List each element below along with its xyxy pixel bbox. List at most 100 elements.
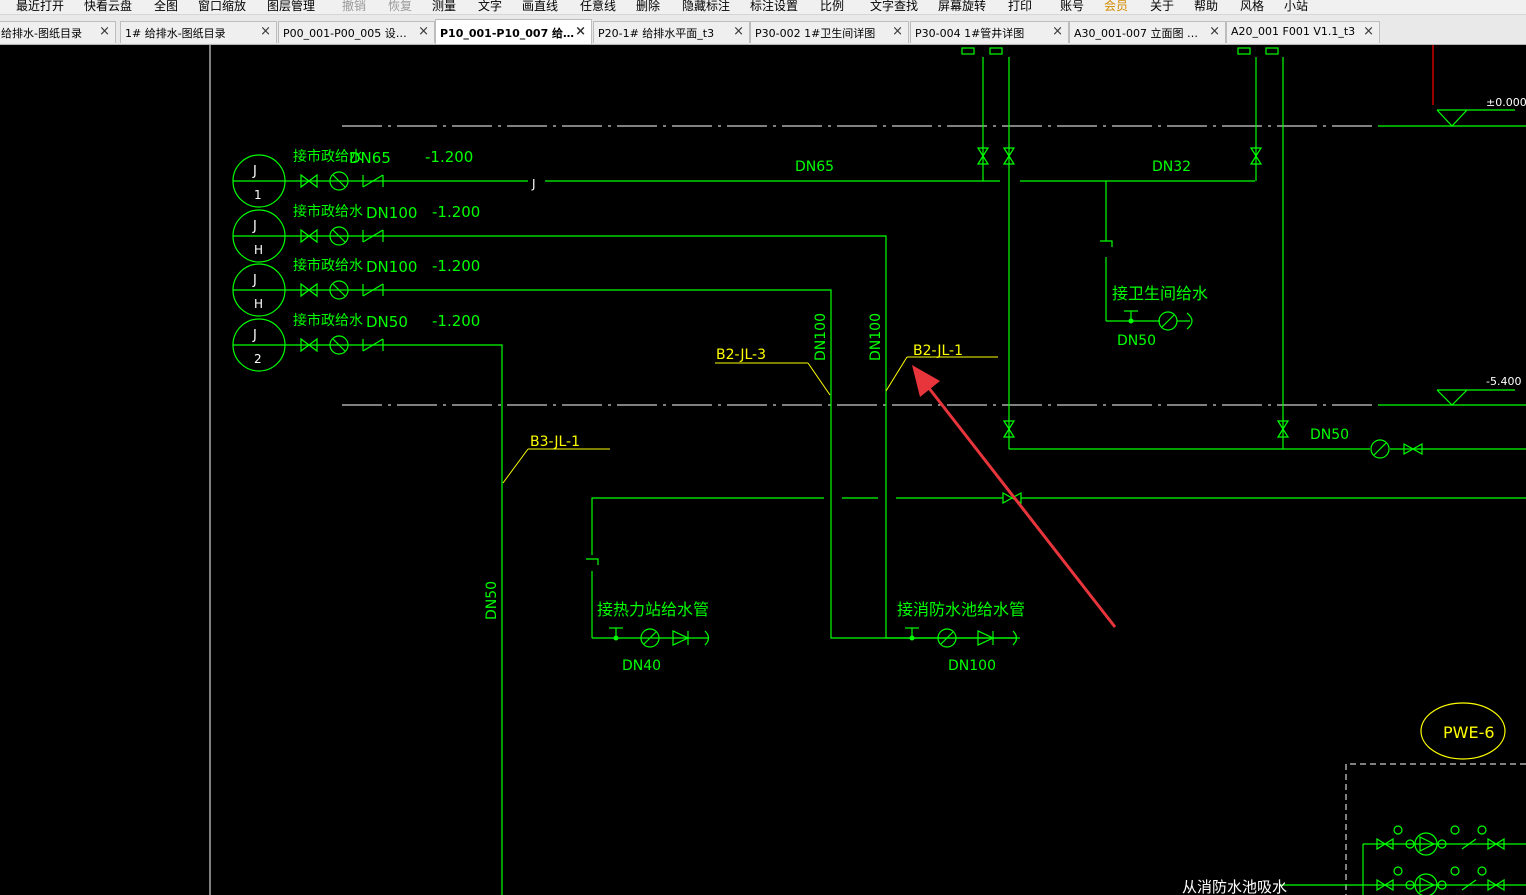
menu-item-8[interactable]: 文字 xyxy=(478,0,502,14)
menu-item-18[interactable]: 账号 xyxy=(1060,0,1084,14)
menu-item-15[interactable]: 文字查找 xyxy=(870,0,918,14)
tag-b2-jl-1-leader xyxy=(885,356,998,392)
menu-item-2[interactable]: 全图 xyxy=(154,0,178,14)
tab-label: 给排水-图纸目录 xyxy=(1,27,82,40)
gauge-icon xyxy=(1477,825,1487,835)
tab-3[interactable]: P10_001-P10_007 给… × xyxy=(435,19,592,44)
close-icon[interactable]: × xyxy=(575,24,586,39)
close-icon[interactable]: × xyxy=(733,24,744,39)
tab-bar: 给排水-图纸目录 × 1# 给排水-图纸目录 × P00_001-P00_005 设… ×… xyxy=(0,15,1526,45)
menu-item-1[interactable]: 快看云盘 xyxy=(84,0,132,14)
close-icon[interactable]: × xyxy=(1363,24,1374,39)
close-icon[interactable]: × xyxy=(1209,24,1220,39)
menu-item-13[interactable]: 标注设置 xyxy=(750,0,798,14)
menu-item-22[interactable]: 风格 xyxy=(1240,0,1264,14)
gauge-icon xyxy=(1450,866,1460,876)
gauge-icon xyxy=(1477,866,1487,876)
pipe-circles: J1JHJHJ2 xyxy=(232,154,286,372)
drawing-svg[interactable]: ±0.000 -5.400 J1JHJHJ2 接市政给水DN65 -1.200接市… xyxy=(0,45,1526,895)
menu-item-17[interactable]: 打印 xyxy=(1008,0,1032,14)
inlet-dn: DN50 xyxy=(366,313,408,331)
tab-2[interactable]: P00_001-P00_005 设… × xyxy=(278,21,435,43)
tab-label: P20-1# 给排水平面_t3 xyxy=(598,27,715,40)
inlet-elevation: -1.200 xyxy=(432,312,480,330)
menu-item-0[interactable]: 最近打开 xyxy=(16,0,64,14)
riser-dn100-a: DN100 xyxy=(813,313,829,361)
menu-item-10[interactable]: 任意线 xyxy=(580,0,616,14)
menu-item-23[interactable]: 小站 xyxy=(1284,0,1308,14)
pipe-size-dn50-lower: DN50 xyxy=(1310,427,1349,443)
menu-item-12[interactable]: 隐藏标注 xyxy=(682,0,730,14)
tab-label: 1# 给排水-图纸目录 xyxy=(125,27,226,40)
menu-item-3[interactable]: 窗口缩放 xyxy=(198,0,246,14)
right-risers xyxy=(961,47,1526,450)
pipe-size-dn32: DN32 xyxy=(1152,159,1191,175)
menu-item-20[interactable]: 关于 xyxy=(1150,0,1174,14)
menu-item-5[interactable]: 撤销 xyxy=(342,0,366,14)
menu-item-16[interactable]: 屏幕旋转 xyxy=(938,0,986,14)
pipe-row-2 xyxy=(386,235,887,638)
menu-item-21[interactable]: 帮助 xyxy=(1194,0,1218,14)
line-marker-j: J xyxy=(531,177,536,191)
menu-bar: 最近打开 快看云盘 全图 窗口缩放 图层管理 撤销 恢复 测量 文字 画直线 任意线 删除 隐藏标注 标注… xyxy=(0,0,1526,15)
red-annotation-arrow xyxy=(912,365,1117,628)
gauge-icon xyxy=(1393,866,1403,876)
tab-label: A30_001-007 立面图 … xyxy=(1074,27,1198,40)
toilet-branch xyxy=(1100,181,1193,331)
pipe-size-dn100-fire: DN100 xyxy=(948,658,996,674)
pipe-circle-top: J xyxy=(252,219,257,234)
inlet-label: 接市政给水 xyxy=(293,257,363,274)
inlet-label: 接市政给水 xyxy=(293,312,363,329)
tab-label: A20_001 F001 V1.1_t3 xyxy=(1231,25,1356,38)
label-heat-station: 接热力站给水管 xyxy=(597,600,709,619)
gauge-icon xyxy=(1450,825,1460,835)
menu-item-4[interactable]: 图层管理 xyxy=(267,0,315,14)
close-icon[interactable]: × xyxy=(99,24,110,39)
tab-1[interactable]: 1# 给排水-图纸目录 × xyxy=(120,21,277,43)
label-pump-suction: 从消防水池吸水 xyxy=(1182,878,1287,895)
tab-8[interactable]: A20_001 F001 V1.1_t3 × xyxy=(1226,21,1380,43)
riser-dn100-b: DN100 xyxy=(868,313,884,361)
tag-b2-jl-3: B2-JL-3 xyxy=(716,347,766,363)
tab-7[interactable]: A30_001-007 立面图 … × xyxy=(1069,21,1226,43)
menu-item-6[interactable]: 恢复 xyxy=(388,0,412,14)
riser-dn50: DN50 xyxy=(484,581,500,620)
tab-4[interactable]: P20-1# 给排水平面_t3 × xyxy=(593,21,750,43)
tab-label: P00_001-P00_005 设… xyxy=(283,27,407,40)
pipe-circle-bottom: 1 xyxy=(254,188,262,202)
menu-item-9[interactable]: 画直线 xyxy=(522,0,558,14)
tag-b2-jl-1: B2-JL-1 xyxy=(913,343,963,359)
inlet-dn: DN65 xyxy=(349,149,391,167)
close-icon[interactable]: × xyxy=(418,24,429,39)
pipe-circle-top: J xyxy=(252,164,257,179)
tab-label: P10_001-P10_007 给… xyxy=(440,27,575,40)
elevation-label-top: ±0.000 xyxy=(1486,96,1526,109)
cad-canvas[interactable]: ±0.000 -5.400 J1JHJHJ2 接市政给水 DN65 -1.200 接市… xyxy=(0,45,1526,895)
menu-item-11[interactable]: 删除 xyxy=(636,0,660,14)
inlet-dn: DN100 xyxy=(366,258,417,276)
menu-item-14[interactable]: 比例 xyxy=(820,0,844,14)
tab-5[interactable]: P30-002 1#卫生间详图 × xyxy=(750,21,909,43)
elevation-symbol-bottom xyxy=(1378,389,1526,406)
pipe-circle-top: J xyxy=(252,273,257,288)
inlet-dn: DN100 xyxy=(366,204,417,222)
elevation-label-bottom: -5.400 xyxy=(1486,375,1521,388)
pipe-size-dn65-main: DN65 xyxy=(795,159,834,175)
tag-b2-jl-3-leader xyxy=(715,362,831,396)
menu-item-7[interactable]: 测量 xyxy=(432,0,456,14)
gauge-icon xyxy=(1393,825,1403,835)
fire-pool-branch xyxy=(886,627,1020,648)
pump-room-box xyxy=(1280,763,1526,895)
close-icon[interactable]: × xyxy=(260,24,271,39)
tab-0[interactable]: 给排水-图纸目录 × xyxy=(0,21,116,43)
distribution-line xyxy=(586,491,1526,565)
menu-item-19[interactable]: 会员 xyxy=(1104,0,1128,14)
close-icon[interactable]: × xyxy=(892,24,903,39)
pipe-size-dn40: DN40 xyxy=(622,658,661,674)
elevation-symbol-top xyxy=(1378,109,1526,127)
inlet-elevation: -1.200 xyxy=(432,257,480,275)
pipe-size-dn50-toilet: DN50 xyxy=(1117,333,1156,349)
close-icon[interactable]: × xyxy=(1052,24,1063,39)
tag-b3-jl-1: B3-JL-1 xyxy=(530,434,580,450)
tab-6[interactable]: P30-004 1#管井详图 × xyxy=(910,21,1069,43)
